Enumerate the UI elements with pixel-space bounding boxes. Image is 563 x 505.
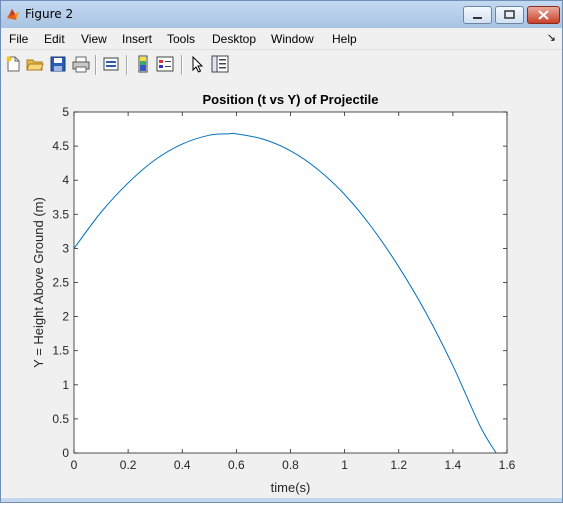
x-tick-label: 1.4 xyxy=(445,458,462,472)
figure-window: Figure 2 File Edit View Insert Tools Des… xyxy=(0,0,563,503)
toolbar-separator xyxy=(126,55,128,75)
x-tick-label: 0.2 xyxy=(120,458,137,472)
maximize-button[interactable] xyxy=(495,6,524,24)
open-file-icon[interactable] xyxy=(26,55,44,73)
x-tick-label: 0.6 xyxy=(228,458,245,472)
insert-colorbar-icon[interactable] xyxy=(134,55,152,73)
y-tick-label: 4.5 xyxy=(52,139,69,153)
menu-bar: File Edit View Insert Tools Desktop Wind… xyxy=(1,28,562,49)
y-tick-label: 0.5 xyxy=(52,412,69,426)
x-tick-label: 1 xyxy=(341,458,348,472)
menu-help[interactable]: Help xyxy=(332,32,357,46)
toolbar xyxy=(1,49,562,81)
x-axis-label: time(s) xyxy=(271,480,311,495)
y-tick-label: 3 xyxy=(62,241,69,255)
x-tick-label: 1.6 xyxy=(499,458,516,472)
maximize-icon xyxy=(504,10,515,19)
x-tick-label: 0.8 xyxy=(282,458,299,472)
matlab-icon xyxy=(7,9,19,20)
edit-plot-cursor-icon[interactable] xyxy=(189,55,207,73)
menu-tools[interactable]: Tools xyxy=(167,32,195,46)
close-button[interactable] xyxy=(527,6,560,24)
save-icon[interactable] xyxy=(49,55,67,73)
chart-title: Position (t vs Y) of Projectile xyxy=(202,92,378,107)
figure-canvas: 0 0.2 0.4 0.6 0.8 1 1.2 1.4 1.6 0 0.5 1 1.5 2 2.5 3 3.5 4… xyxy=(2,80,562,500)
menu-insert[interactable]: Insert xyxy=(122,32,152,46)
minimize-button[interactable] xyxy=(463,6,492,24)
new-figure-icon[interactable] xyxy=(4,55,22,73)
x-tick-label: 1.2 xyxy=(390,458,407,472)
toolbar-separator xyxy=(181,55,183,75)
axes-background xyxy=(74,112,507,453)
y-tick-label: 2.5 xyxy=(52,276,69,290)
insert-legend-icon[interactable] xyxy=(156,55,174,73)
chart: 0 0.2 0.4 0.6 0.8 1 1.2 1.4 1.6 0 0.5 1 1.5 2 2.5 3 3.5 4… xyxy=(31,92,516,495)
y-tick-label: 1 xyxy=(62,378,69,392)
link-plot-icon[interactable] xyxy=(102,55,120,73)
print-icon[interactable] xyxy=(72,55,90,73)
y-tick-label: 3.5 xyxy=(52,207,69,221)
y-tick-label: 2 xyxy=(62,310,69,324)
window-bottom-border xyxy=(1,498,562,502)
close-icon xyxy=(538,10,549,20)
y-tick-label: 1.5 xyxy=(52,344,69,358)
x-tick-label: 0.4 xyxy=(174,458,191,472)
minimize-icon xyxy=(473,17,482,19)
title-bar[interactable]: Figure 2 xyxy=(1,1,562,28)
y-tick-label: 4 xyxy=(62,173,69,187)
toolbar-separator xyxy=(95,55,97,75)
menu-window[interactable]: Window xyxy=(271,32,314,46)
menu-file[interactable]: File xyxy=(9,32,28,46)
dock-arrow-icon[interactable]: ↘ xyxy=(547,31,556,44)
property-inspector-icon[interactable] xyxy=(211,55,229,73)
y-axis-label: Y = Height Above Ground (m) xyxy=(31,197,46,368)
menu-desktop[interactable]: Desktop xyxy=(212,32,256,46)
window-title: Figure 2 xyxy=(25,7,74,21)
x-tick-label: 0 xyxy=(71,458,78,472)
y-tick-label: 0 xyxy=(62,446,69,460)
menu-edit[interactable]: Edit xyxy=(44,32,65,46)
y-tick-label: 5 xyxy=(62,105,69,119)
menu-view[interactable]: View xyxy=(81,32,107,46)
